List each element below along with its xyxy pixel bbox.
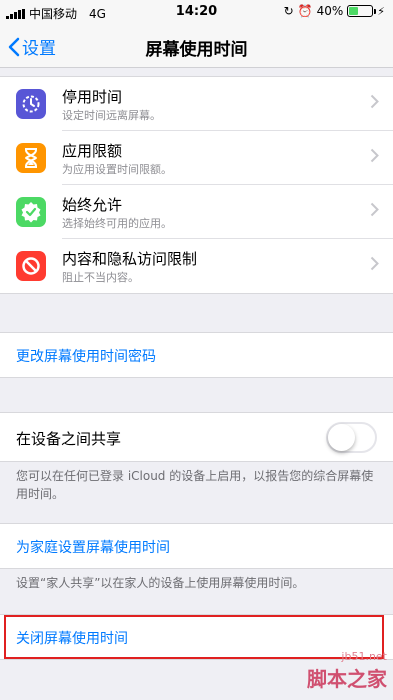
watermark-name: 脚本之家 bbox=[307, 667, 387, 691]
hourglass-icon bbox=[16, 143, 46, 173]
item-title: 停用时间 bbox=[62, 88, 123, 106]
watermark-url: jb51.net bbox=[341, 650, 387, 663]
change-passcode-label: 更改屏幕使用时间密码 bbox=[16, 349, 156, 365]
battery-fill bbox=[349, 7, 359, 15]
rotation-lock-icon: ↻ bbox=[283, 4, 294, 18]
prohibited-icon bbox=[16, 251, 46, 281]
navigation-bar: 设置 屏幕使用时间 bbox=[0, 24, 393, 68]
item-subtitle: 阻止不当内容。 bbox=[62, 271, 139, 284]
family-setup-label: 为家庭设置屏幕使用时间 bbox=[16, 540, 170, 556]
page-title: 屏幕使用时间 bbox=[145, 40, 248, 60]
feature-list: 停用时间 设定时间远离屏幕。 应用限额 为应用设置时间限额。 始终允许 选择始终… bbox=[0, 76, 393, 294]
item-title: 内容和隐私访问限制 bbox=[62, 250, 198, 268]
chevron-right-icon bbox=[370, 148, 379, 163]
charging-icon: ⚡ bbox=[377, 4, 385, 18]
list-item-always-allowed[interactable]: 始终允许 选择始终可用的应用。 bbox=[0, 185, 393, 239]
downtime-icon bbox=[16, 89, 46, 119]
battery-icon bbox=[347, 5, 377, 17]
chevron-right-icon bbox=[370, 256, 379, 271]
item-subtitle: 为应用设置时间限额。 bbox=[62, 163, 172, 176]
item-title: 应用限额 bbox=[62, 142, 123, 160]
family-setup-button[interactable]: 为家庭设置屏幕使用时间 bbox=[0, 523, 393, 569]
share-toggle[interactable] bbox=[326, 422, 377, 453]
share-across-devices-row: 在设备之间共享 bbox=[0, 412, 393, 462]
list-item-content-privacy[interactable]: 内容和隐私访问限制 阻止不当内容。 bbox=[0, 239, 393, 293]
battery-percent: 40% bbox=[316, 4, 344, 18]
change-passcode-button[interactable]: 更改屏幕使用时间密码 bbox=[0, 332, 393, 378]
item-subtitle: 设定时间远离屏幕。 bbox=[62, 109, 161, 122]
chevron-right-icon bbox=[370, 202, 379, 217]
alarm-icon: ⏰ bbox=[297, 4, 313, 18]
share-label: 在设备之间共享 bbox=[16, 430, 122, 448]
status-bar: 中国移动 4G 14:20 ↻ ⏰ 40% ⚡ bbox=[0, 0, 393, 24]
chevron-right-icon bbox=[370, 94, 379, 109]
family-footer-note: 设置“家人共享”以在家人的设备上使用屏幕使用时间。 bbox=[16, 576, 305, 590]
list-item-app-limits[interactable]: 应用限额 为应用设置时间限额。 bbox=[0, 131, 393, 185]
watermark: jb51.net 脚本之家 bbox=[307, 650, 387, 692]
toggle-knob bbox=[328, 424, 355, 451]
item-subtitle: 选择始终可用的应用。 bbox=[62, 217, 172, 230]
share-footer-note: 您可以在任何已登录 iCloud 的设备上启用，以报告您的综合屏幕使用时间。 bbox=[16, 469, 374, 501]
item-title: 始终允许 bbox=[62, 196, 123, 214]
checkmark-badge-icon bbox=[16, 197, 46, 227]
list-item-downtime[interactable]: 停用时间 设定时间远离屏幕。 bbox=[0, 77, 393, 131]
